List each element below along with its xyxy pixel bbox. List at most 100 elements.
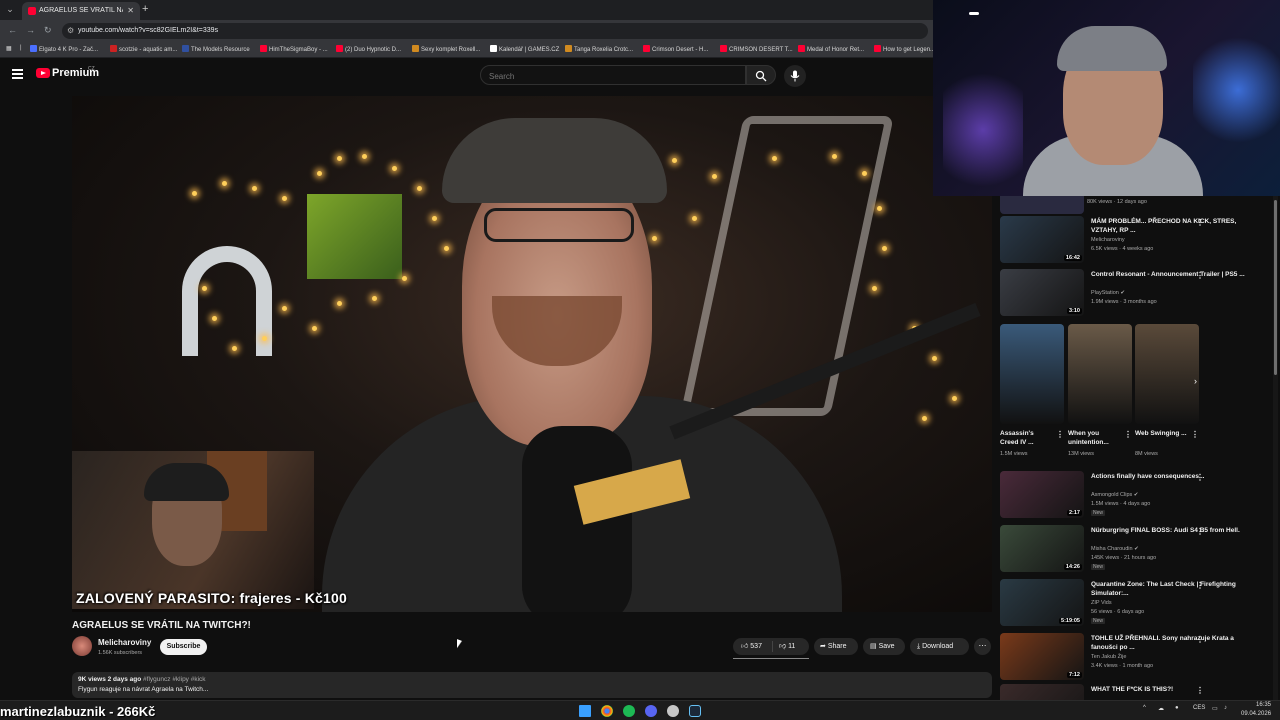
description-box[interactable]: 9K views 2 days ago #flyguncz #klipy #ki… — [72, 672, 992, 698]
short-title[interactable]: When you unintention... — [1068, 429, 1120, 447]
more-options-icon[interactable]: ⋮ — [1196, 473, 1204, 482]
bookmark-item[interactable]: Crimson Desert - H... — [643, 45, 708, 53]
rec-title[interactable]: WHAT THE F*CK IS THIS?! — [1091, 685, 1251, 694]
clock-time[interactable]: 16:35 — [1256, 702, 1271, 708]
channel-avatar[interactable] — [72, 636, 92, 656]
short-thumbnail[interactable] — [1000, 324, 1064, 424]
bookmark-item[interactable]: Medal of Honor Ret... — [798, 45, 864, 53]
video-thumbnail[interactable]: 5:19:05 — [1000, 579, 1084, 626]
rec-title[interactable]: Quarantine Zone: The Last Check | Firefi… — [1091, 580, 1251, 598]
recommended-video[interactable]: 3:10 Control Resonant - Announcement Trai… — [1000, 269, 1270, 319]
active-tab[interactable]: AGRAELUS SE VRÁTIL NA TWIT ✕ — [22, 2, 140, 20]
rec-channel[interactable]: Melicharoviny — [1091, 237, 1125, 243]
more-options-icon[interactable]: ⋮ — [1191, 430, 1199, 439]
rec-title[interactable]: Control Resonant - Announcement Trailer … — [1091, 270, 1251, 279]
menu-icon[interactable] — [12, 69, 23, 79]
tray-volume-icon[interactable]: ♪ — [1224, 705, 1227, 711]
tab-close-icon[interactable]: ✕ — [127, 6, 134, 15]
recommended-video[interactable]: 14:26 Nürburgring FINAL BOSS: Audi S4 B5 … — [1000, 525, 1270, 575]
tray-chevron-icon[interactable]: ^ — [1143, 705, 1146, 711]
new-tab-icon[interactable]: + — [142, 3, 148, 15]
video-player[interactable]: ZALOVENÝ PARASITO: frajeres - Kč100 — [72, 96, 992, 612]
subscribe-button[interactable]: Subscribe — [160, 639, 207, 655]
more-options-icon[interactable]: ⋮ — [1196, 218, 1204, 227]
short-title[interactable]: Assassin's Creed IV ... — [1000, 429, 1052, 447]
short-thumbnail[interactable] — [1135, 324, 1199, 424]
partial-thumbnail[interactable] — [1000, 196, 1084, 214]
taskbar: ^ ☁ ● CES ▭ ♪ 16:35 09.04.2026 — [0, 700, 1280, 720]
youtube-logo-icon[interactable] — [36, 68, 50, 78]
more-options-icon[interactable]: ⋮ — [1196, 581, 1204, 590]
rec-title[interactable]: Actions finally have consequences... — [1091, 472, 1251, 481]
steam-icon[interactable] — [689, 705, 701, 717]
video-thumbnail[interactable]: 2:17 — [1000, 471, 1084, 518]
download-button[interactable]: ⤓ Download — [910, 638, 969, 655]
video-thumbnail[interactable] — [1000, 684, 1084, 700]
short-thumbnail[interactable] — [1068, 324, 1132, 424]
video-thumbnail[interactable]: 16:42 — [1000, 216, 1084, 263]
hashtags[interactable]: #flyguncz #klipy #kick — [143, 676, 206, 683]
recommended-video[interactable]: 16:42 MÁM PROBLÉM... PŘECHOD NA KICK, STR… — [1000, 216, 1270, 266]
recommended-video[interactable]: 5:19:05 Quarantine Zone: The Last Check |… — [1000, 579, 1270, 629]
bookmark-item[interactable]: Sexy komplet Roxell... — [412, 45, 480, 53]
tab-search-icon[interactable]: ⌄ — [4, 4, 16, 16]
bookmark-item[interactable]: HimTheSigmaBoy - ... — [260, 45, 328, 53]
apps-icon[interactable]: ▦ — [6, 45, 12, 52]
recommended-video[interactable]: 2:17 Actions finally have consequences...… — [1000, 471, 1270, 521]
bookmark-item[interactable]: The Models Resource — [182, 45, 250, 53]
chevron-right-icon[interactable]: › — [1194, 376, 1197, 386]
rec-channel[interactable]: ZIP Vids — [1091, 600, 1112, 606]
rec-channel[interactable]: Asmongold Clips ✔ — [1091, 492, 1138, 498]
video-thumbnail[interactable]: 7:12 — [1000, 633, 1084, 680]
bookmark-item[interactable]: Kalendář | GAMES.CZ — [490, 45, 559, 53]
more-options-icon[interactable]: ⋮ — [1056, 430, 1064, 439]
bookmark-item[interactable]: (2) Duo Hypnotic D... — [336, 45, 401, 53]
rec-title[interactable]: TOHLE UŽ PŘEHNALI. Sony nahrazuje Krata … — [1091, 634, 1251, 652]
rec-channel[interactable]: Misha Charoudin ✔ — [1091, 546, 1139, 552]
bookmark-item[interactable]: Tanga Roxelia Crotc... — [565, 45, 633, 53]
more-options-icon[interactable]: ⋮ — [1196, 271, 1204, 280]
language-indicator[interactable]: CES — [1193, 705, 1205, 711]
rec-channel[interactable]: Ten Jakub Žije — [1091, 654, 1126, 660]
voice-search-button[interactable] — [784, 65, 806, 87]
recommended-video[interactable]: WHAT THE F*CK IS THIS?! ⋮ — [1000, 684, 1270, 700]
tray-display-icon[interactable]: ▭ — [1212, 705, 1218, 712]
like-button[interactable]: 👍︎ 537 — [741, 638, 762, 655]
bookmark-item[interactable]: Elgato 4 K Pro - Zač... — [30, 45, 98, 53]
bookmark-item[interactable]: How to get Legen... — [874, 45, 933, 53]
more-options-icon[interactable]: ⋮ — [1196, 686, 1204, 695]
site-info-icon[interactable]: ⚙ — [67, 26, 74, 35]
more-options-icon[interactable]: ⋮ — [1124, 430, 1132, 439]
clock-date[interactable]: 09.04.2026 — [1241, 711, 1271, 717]
rec-title[interactable]: Nürburgring FINAL BOSS: Audi S4 B5 from … — [1091, 526, 1251, 535]
discord-icon[interactable] — [645, 705, 657, 717]
search-button[interactable] — [746, 65, 776, 85]
sidebar-scroll-thumb[interactable] — [1274, 200, 1277, 375]
save-button[interactable]: ▤ Save — [863, 638, 905, 655]
forward-icon[interactable]: → — [26, 25, 35, 35]
channel-name[interactable]: Melicharoviny — [98, 638, 151, 647]
recommended-video[interactable]: 7:12 TOHLE UŽ PŘEHNALI. Sony nahrazuje Kr… — [1000, 633, 1270, 683]
bookmark-item[interactable]: CRIMSON DESERT T... — [720, 45, 793, 53]
address-bar[interactable]: ⚙ youtube.com/watch?v=sc82GIELm2I&t=339s — [62, 23, 928, 39]
tray-network-icon[interactable]: ☁ — [1158, 705, 1164, 712]
dislike-button[interactable]: 👎︎ 11 — [779, 638, 795, 655]
video-thumbnail[interactable]: 3:10 — [1000, 269, 1084, 316]
windows-start-icon[interactable] — [579, 705, 591, 717]
rec-title[interactable]: MÁM PROBLÉM... PŘECHOD NA KICK, STRES, V… — [1091, 217, 1251, 235]
short-title[interactable]: Web Swinging ... — [1135, 429, 1187, 438]
app-icon[interactable] — [667, 705, 679, 717]
more-options-icon[interactable]: ⋮ — [1196, 527, 1204, 536]
chrome-icon[interactable] — [601, 705, 613, 717]
tray-mic-icon[interactable]: ● — [1175, 705, 1179, 711]
spotify-icon[interactable] — [623, 705, 635, 717]
more-actions-icon[interactable]: ⋯ — [974, 638, 991, 655]
bookmark-item[interactable]: scotzie - aquatic am... — [110, 45, 177, 53]
more-options-icon[interactable]: ⋮ — [1196, 635, 1204, 644]
rec-channel[interactable]: PlayStation ✔ — [1091, 290, 1125, 296]
share-button[interactable]: ➦ Share — [814, 638, 858, 655]
search-input[interactable] — [481, 67, 745, 86]
back-icon[interactable]: ← — [8, 25, 17, 35]
video-thumbnail[interactable]: 14:26 — [1000, 525, 1084, 572]
reload-icon[interactable]: ↻ — [44, 25, 52, 36]
